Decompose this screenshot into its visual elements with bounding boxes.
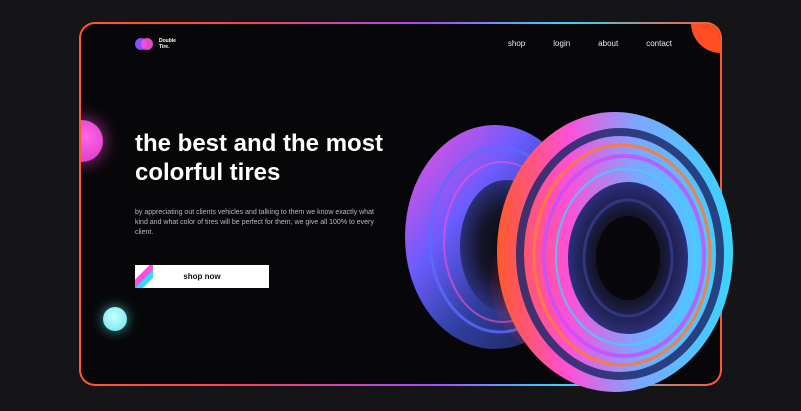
tire-ring-right <box>497 112 733 392</box>
logo-mark-icon <box>135 38 153 50</box>
corner-accent-shape <box>691 24 720 53</box>
nav-about-link[interactable]: about <box>598 39 618 48</box>
nav-contact-link[interactable]: contact <box>646 39 672 48</box>
cyan-circle-decoration <box>103 307 127 331</box>
pink-circle-decoration <box>81 120 103 162</box>
brand-name: Double Tire. <box>159 38 176 50</box>
shop-now-button[interactable]: shop now <box>135 265 269 288</box>
hero-description: by appreciating out clients vehicles and… <box>135 209 374 236</box>
nav-login-link[interactable]: login <box>553 39 570 48</box>
hero-headline: the best and the most colorful tires <box>135 130 384 186</box>
nav-shop-link[interactable]: shop <box>508 39 525 48</box>
top-nav: shop login about contact <box>508 39 672 48</box>
brand-logo[interactable]: Double Tire. <box>135 38 176 50</box>
brand-name-line2: Tire. <box>159 44 170 50</box>
shop-now-label: shop now <box>183 272 221 281</box>
colorful-tire-illustration <box>405 112 733 392</box>
page-background: Double Tire. shop login about contact th… <box>0 0 801 411</box>
button-stripe-decoration <box>135 265 153 288</box>
